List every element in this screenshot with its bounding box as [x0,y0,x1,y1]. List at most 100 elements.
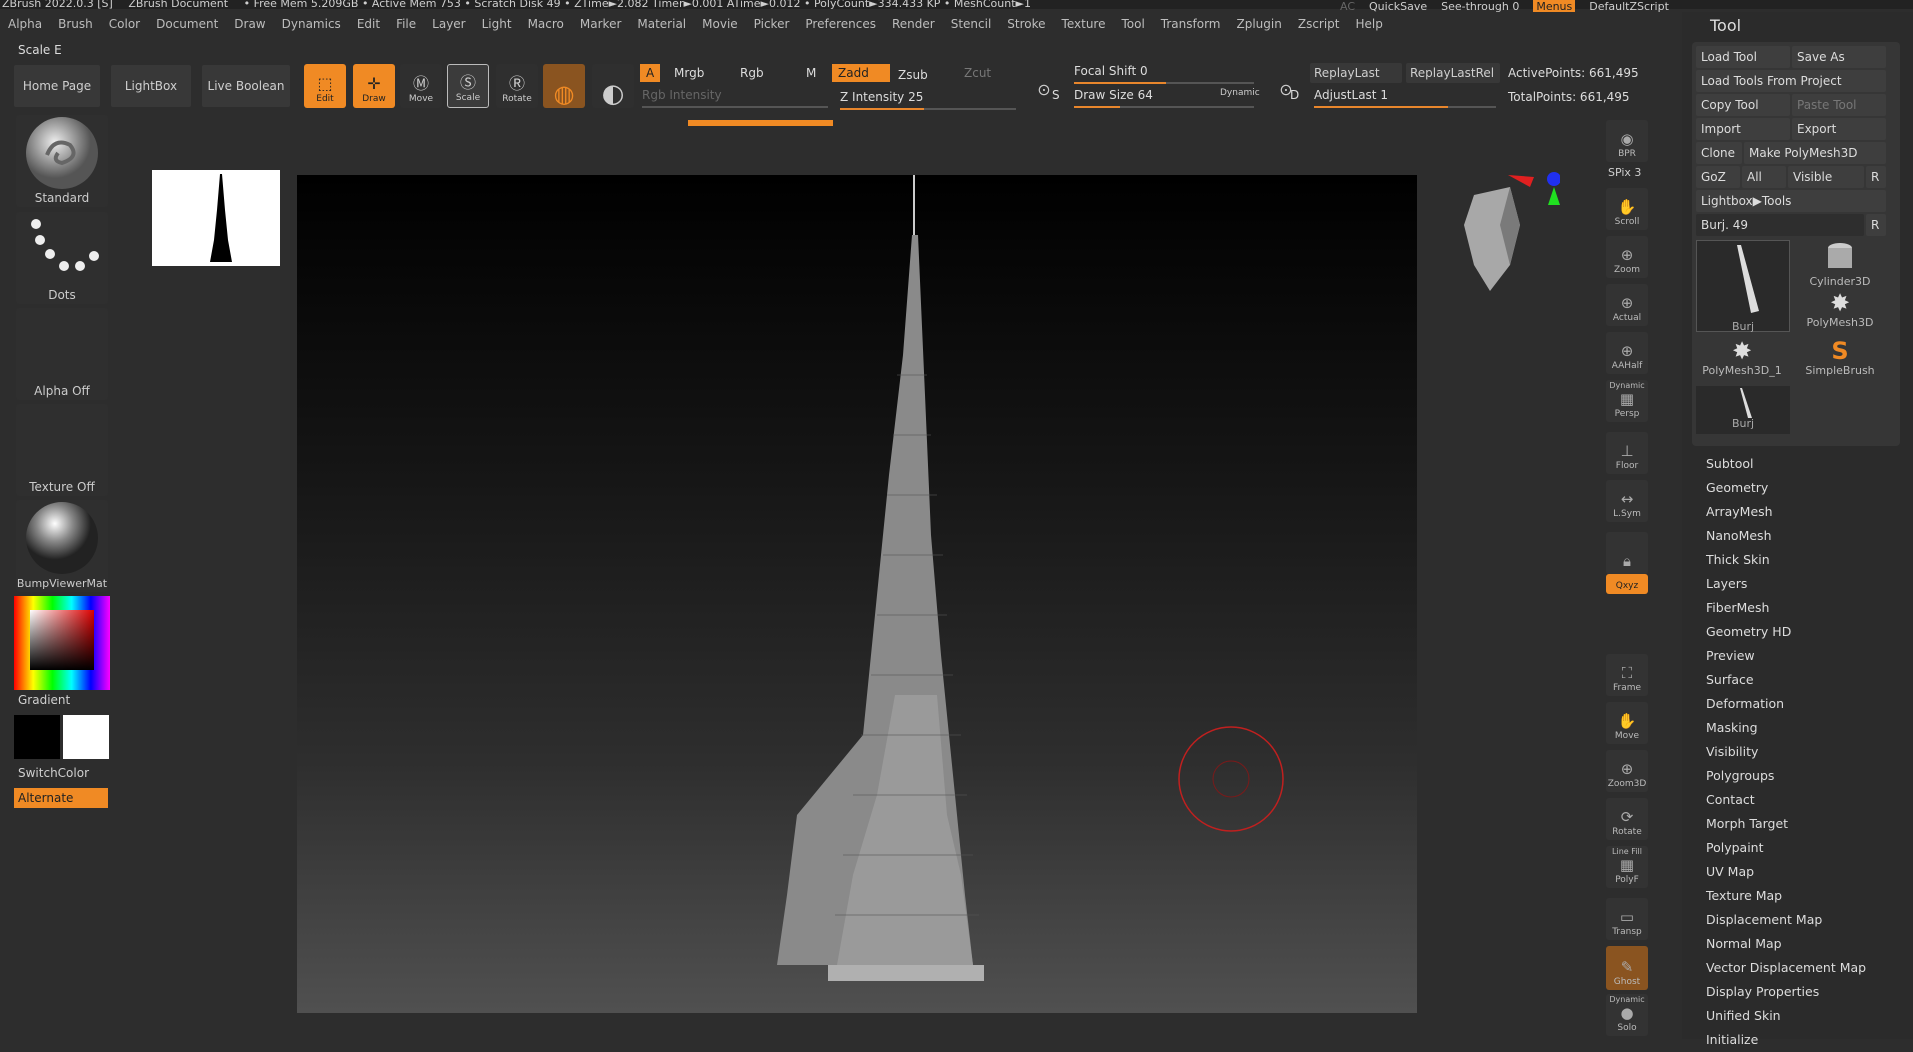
subpalette-unified-skin[interactable]: Unified Skin [1706,1004,1866,1028]
stroke-dots-button[interactable]: Dots [16,212,108,304]
a-toggle[interactable]: A [640,64,661,82]
rotate-view-button[interactable]: ⟳ Rotate [1606,798,1648,840]
subpalette-polypaint[interactable]: Polypaint [1706,836,1866,860]
rgb-intensity-slider[interactable]: Rgb Intensity [642,88,828,108]
tool-cylinder3d[interactable]: Cylinder3D [1794,242,1886,288]
menu-color[interactable]: Color [101,17,148,35]
m-toggle[interactable]: M [800,64,822,82]
lightbox-tools-button[interactable]: Lightbox▶Tools [1696,190,1886,212]
ghost-button[interactable]: ✎ Ghost [1606,946,1648,990]
scroll-button[interactable]: ✋ Scroll [1606,188,1648,230]
lsym-button[interactable]: ↔ L.Sym [1606,480,1648,522]
lock-button[interactable]: 🔒︎ [1606,532,1648,574]
subpalette-layers[interactable]: Layers [1706,572,1866,596]
primary-color-swatch[interactable] [14,715,60,759]
tool-simplebrush[interactable]: S SimpleBrush [1794,338,1886,382]
menu-layer[interactable]: Layer [424,17,473,35]
navigation-thumbnail[interactable] [152,170,280,266]
save-as-button[interactable]: Save As [1792,46,1886,68]
zsub-toggle[interactable]: Zsub [892,66,934,84]
sphere-button[interactable]: ◐ [592,64,634,108]
export-button[interactable]: Export [1792,118,1886,140]
menus-button[interactable]: Menus [1533,0,1576,13]
material-sphere-button[interactable]: ◍ [543,64,585,108]
menu-file[interactable]: File [388,17,424,35]
bpr-button[interactable]: ◉ BPR [1606,120,1648,162]
menu-light[interactable]: Light [474,17,520,35]
menu-help[interactable]: Help [1348,17,1391,35]
menu-stencil[interactable]: Stencil [943,17,1000,35]
alternate-button[interactable]: Alternate [14,788,108,808]
subpalette-texture-map[interactable]: Texture Map [1706,884,1866,908]
menu-tool[interactable]: Tool [1113,17,1152,35]
lightbox-button[interactable]: LightBox [111,65,191,107]
color-square[interactable] [30,610,94,670]
load-from-project-button[interactable]: Load Tools From Project [1696,70,1886,92]
quicksave-button[interactable]: QuickSave [1369,0,1427,13]
move-view-button[interactable]: ✋ Move [1606,702,1648,744]
see-through-slider[interactable]: See-through 0 [1441,0,1519,13]
menu-macro[interactable]: Macro [520,17,572,35]
menu-material[interactable]: Material [629,17,694,35]
persp-button[interactable]: Dynamic ▦ Persp [1606,380,1648,422]
scale-button[interactable]: Ⓢ Scale [447,64,489,108]
goz-button[interactable]: GoZ [1696,166,1740,188]
menu-texture[interactable]: Texture [1054,17,1114,35]
menu-zplugin[interactable]: Zplugin [1229,17,1290,35]
zoom-button[interactable]: ⊕ Zoom [1606,236,1648,278]
brush-standard-button[interactable]: Standard [16,115,108,207]
dynamic-toggle[interactable]: Dynamic [1214,84,1266,102]
zadd-toggle[interactable]: Zadd [832,64,890,82]
actual-button[interactable]: ⊕ Actual [1606,284,1648,326]
menu-edit[interactable]: Edit [349,17,388,35]
visible-button[interactable]: Visible [1788,166,1864,188]
menu-brush[interactable]: Brush [50,17,101,35]
menu-alpha[interactable]: Alpha [0,17,50,35]
aahalf-button[interactable]: ⊕ AAHalf [1606,332,1648,374]
all-button[interactable]: All [1742,166,1786,188]
subpalette-geometry[interactable]: Geometry [1706,476,1866,500]
subpalette-masking[interactable]: Masking [1706,716,1866,740]
rgb-toggle[interactable]: Rgb [734,64,770,82]
subpalette-thick-skin[interactable]: Thick Skin [1706,548,1866,572]
menu-zscript[interactable]: Zscript [1290,17,1348,35]
spix-slider[interactable]: SPix 3 [1608,166,1641,179]
menu-movie[interactable]: Movie [694,17,746,35]
qxyz-button[interactable]: Qxyz [1606,574,1648,594]
subpalette-initialize[interactable]: Initialize [1706,1028,1866,1052]
menu-marker[interactable]: Marker [572,17,629,35]
subpalette-contact[interactable]: Contact [1706,788,1866,812]
zoom3d-button[interactable]: ⊕ Zoom3D [1606,750,1648,792]
move-button[interactable]: Ⓜ Move [400,64,442,108]
replay-last-rel-button[interactable]: ReplayLastRel [1406,63,1500,83]
paste-tool-button[interactable]: Paste Tool [1792,94,1886,116]
rotate-button[interactable]: Ⓡ Rotate [496,64,538,108]
tool-burj-2[interactable]: Burj [1696,386,1790,434]
adjust-last-slider[interactable]: AdjustLast 1 [1314,88,1496,108]
subpalette-subtool[interactable]: Subtool [1706,452,1866,476]
frame-button[interactable]: ⛶ Frame [1606,654,1648,696]
floor-button[interactable]: ⊥ Floor [1606,432,1648,474]
subpalette-displacement-map[interactable]: Displacement Map [1706,908,1866,932]
subpalette-arraymesh[interactable]: ArrayMesh [1706,500,1866,524]
alpha-button[interactable]: Alpha Off [16,308,108,400]
default-zscript-button[interactable]: DefaultZScript [1589,0,1669,13]
subpalette-vector-displacement-map[interactable]: Vector Displacement Map [1706,956,1866,980]
subpalette-uv-map[interactable]: UV Map [1706,860,1866,884]
menu-preferences[interactable]: Preferences [797,17,884,35]
menu-draw[interactable]: Draw [226,17,273,35]
subpalette-visibility[interactable]: Visibility [1706,740,1866,764]
menu-stroke[interactable]: Stroke [999,17,1053,35]
solo-button[interactable]: Dynamic ● Solo [1606,994,1648,1036]
menu-document[interactable]: Document [148,17,226,35]
tool-polymesh3d[interactable]: ✸ PolyMesh3D [1794,290,1886,334]
menu-dynamics[interactable]: Dynamics [274,17,349,35]
menu-picker[interactable]: Picker [746,17,798,35]
material-button[interactable]: BumpViewerMat [16,500,108,592]
replay-last-button[interactable]: ReplayLast [1310,63,1402,83]
copy-tool-button[interactable]: Copy Tool [1696,94,1790,116]
edit-button[interactable]: ⬚ Edit [304,64,346,108]
subpalette-polygroups[interactable]: Polygroups [1706,764,1866,788]
subpalette-deformation[interactable]: Deformation [1706,692,1866,716]
subpalette-morph-target[interactable]: Morph Target [1706,812,1866,836]
